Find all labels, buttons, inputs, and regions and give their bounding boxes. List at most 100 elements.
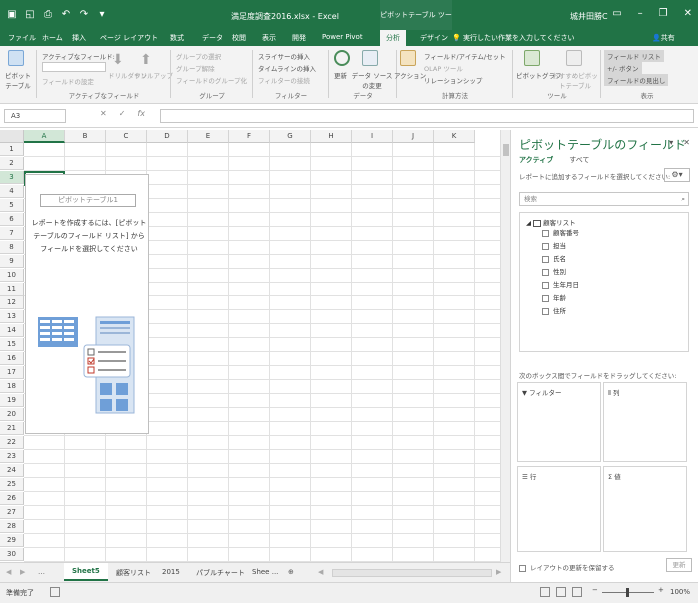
insert-function-icon[interactable]: fx xyxy=(137,109,145,118)
column-header[interactable]: A xyxy=(24,130,65,143)
column-header[interactable]: K xyxy=(434,130,475,143)
action-icon[interactable] xyxy=(400,50,416,66)
checkbox[interactable] xyxy=(542,229,549,237)
drill-up-button[interactable]: ドリルアップ xyxy=(134,70,173,80)
column-header[interactable]: E xyxy=(188,130,229,143)
row-header[interactable]: 25 xyxy=(0,477,24,491)
filter-area[interactable]: ▼ フィルター xyxy=(517,382,601,462)
tab-page-layout[interactable]: ページ レイアウト xyxy=(100,33,158,43)
name-box[interactable]: A3 xyxy=(4,109,66,123)
tell-me-box[interactable]: 💡 実行したい作業を入力してください xyxy=(452,33,575,43)
field-item[interactable]: 生年月日 xyxy=(542,279,579,289)
row-header[interactable]: 10 xyxy=(0,268,24,282)
column-header[interactable]: B xyxy=(65,130,106,143)
row-header[interactable]: 5 xyxy=(0,198,24,212)
row-header[interactable]: 15 xyxy=(0,338,24,352)
row-header[interactable]: 17 xyxy=(0,366,24,380)
tab-view[interactable]: 表示 xyxy=(262,33,276,43)
change-source-button[interactable]: データ ソースの変更 xyxy=(350,70,394,90)
row-header[interactable]: 26 xyxy=(0,491,24,505)
column-header[interactable]: F xyxy=(229,130,270,143)
field-item[interactable]: 性別 xyxy=(542,266,566,276)
row-header[interactable]: 4 xyxy=(0,184,24,198)
field-list[interactable]: ◢ 顧客リスト 顧客番号 担当 氏名 性別 生年月日 年齢 住所 xyxy=(519,212,689,352)
tab-insert[interactable]: 挿入 xyxy=(72,33,86,43)
tab-data[interactable]: データ xyxy=(202,33,223,43)
ungroup-button[interactable]: グループ解除 xyxy=(176,63,215,73)
recommended-pivot-button[interactable]: おすすめピボットテーブル xyxy=(552,70,598,90)
field-item[interactable]: 顧客番号 xyxy=(542,227,579,237)
field-item[interactable]: 住所 xyxy=(542,305,566,315)
row-header[interactable]: 7 xyxy=(0,226,24,240)
plus-minus-buttons-toggle[interactable]: +/- ボタン xyxy=(604,62,642,74)
redo-icon[interactable]: ↷ xyxy=(78,9,90,21)
tab-all-fields[interactable]: すべて xyxy=(569,155,589,165)
field-search-input[interactable]: 検索 ⌕ xyxy=(519,192,689,206)
checkbox[interactable] xyxy=(542,281,549,289)
table-node[interactable]: ◢ 顧客リスト xyxy=(526,217,576,227)
field-item[interactable]: 年齢 xyxy=(542,292,566,302)
panel-close-icon[interactable]: ✕ xyxy=(683,138,690,147)
row-header[interactable]: 9 xyxy=(0,254,24,268)
column-header[interactable]: C xyxy=(106,130,147,143)
select-all-corner[interactable] xyxy=(0,130,24,143)
row-header[interactable]: 23 xyxy=(0,449,24,463)
filter-connections-button[interactable]: フィルターの接続 xyxy=(258,75,310,85)
drill-up-icon[interactable]: ⬆ xyxy=(140,52,152,68)
row-header[interactable]: 28 xyxy=(0,519,24,533)
fields-items-button[interactable]: フィールド/アイテム/セット xyxy=(424,51,506,61)
row-header[interactable]: 14 xyxy=(0,324,24,338)
group-selection-button[interactable]: グループの選択 xyxy=(176,51,221,61)
next-sheet-icon[interactable]: ▶ xyxy=(20,568,25,576)
zoom-in-icon[interactable]: + xyxy=(658,586,664,594)
row-header[interactable]: 13 xyxy=(0,310,24,324)
field-list-toggle[interactable]: フィールド リスト xyxy=(604,50,664,62)
field-item[interactable]: 氏名 xyxy=(542,253,566,263)
checkbox[interactable] xyxy=(542,294,549,302)
checkbox[interactable] xyxy=(519,564,526,572)
panel-options-icon[interactable]: ▾ xyxy=(669,138,673,147)
pivot-chart-icon[interactable] xyxy=(524,50,540,66)
new-sheet-icon[interactable]: ⊕ xyxy=(288,568,294,576)
sheet-tab-more[interactable]: Shee ... xyxy=(252,568,278,576)
pivottable-icon[interactable] xyxy=(8,50,24,66)
row-header[interactable]: 18 xyxy=(0,380,24,394)
values-area[interactable]: Σ 値 xyxy=(603,466,687,552)
macro-record-icon[interactable] xyxy=(50,587,60,597)
active-field-input[interactable] xyxy=(42,62,106,72)
row-header[interactable]: 16 xyxy=(0,352,24,366)
row-header[interactable]: 24 xyxy=(0,463,24,477)
tab-analyze[interactable]: 分析 xyxy=(380,30,406,46)
sheet-tab-customer-list[interactable]: 顧客リスト xyxy=(116,568,151,578)
column-header[interactable]: G xyxy=(270,130,311,143)
group-field-button[interactable]: フィールドのグループ化 xyxy=(176,75,247,85)
refresh-icon[interactable] xyxy=(334,50,350,66)
sheet-tab-sheet5[interactable]: Sheet5 xyxy=(64,563,108,581)
scrollbar-thumb[interactable] xyxy=(503,144,509,156)
relationships-button[interactable]: リレーションシップ xyxy=(424,75,482,85)
horizontal-scrollbar[interactable] xyxy=(332,569,492,577)
minimize-icon[interactable]: – xyxy=(638,8,643,19)
row-header[interactable]: 27 xyxy=(0,505,24,519)
rows-area[interactable]: ☰ 行 xyxy=(517,466,601,552)
cancel-icon[interactable]: ✕ xyxy=(100,109,107,118)
checkbox[interactable] xyxy=(542,307,549,315)
columns-area[interactable]: ⦀ 列 xyxy=(603,382,687,462)
hscroll-left-icon[interactable]: ◀ xyxy=(318,568,323,576)
tab-home[interactable]: ホーム xyxy=(42,33,63,43)
tab-design[interactable]: デザイン xyxy=(420,33,448,43)
zoom-out-icon[interactable]: − xyxy=(592,586,598,594)
collapse-icon[interactable]: ◢ xyxy=(526,219,531,227)
undo-icon[interactable]: ↶ xyxy=(60,9,72,21)
update-button[interactable]: 更新 xyxy=(666,558,692,572)
sheet-tab-2015[interactable]: 2015 xyxy=(162,568,180,576)
row-header[interactable]: 20 xyxy=(0,408,24,422)
row-header[interactable]: 19 xyxy=(0,394,24,408)
worksheet-grid[interactable]: ABCDEFGHIJK 1 2 3 4 5 6 7 8 9 10 11 12 13 14 15 16 17 18 1… xyxy=(0,130,500,562)
column-header[interactable]: I xyxy=(352,130,393,143)
field-settings-button[interactable]: フィールドの設定 xyxy=(42,76,94,86)
normal-view-icon[interactable] xyxy=(540,587,550,597)
field-headers-toggle[interactable]: フィールドの見出し xyxy=(604,74,669,86)
save-icon[interactable]: ▣ xyxy=(6,9,18,21)
tab-developer[interactable]: 開発 xyxy=(292,33,306,43)
